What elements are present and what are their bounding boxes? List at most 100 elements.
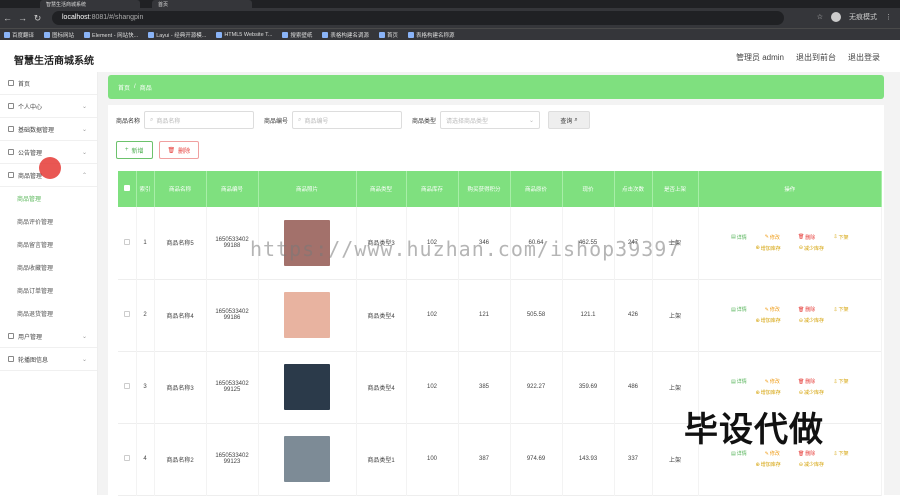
bookmark-label: 表格构建名称源: [415, 32, 455, 39]
off-shelf-button[interactable]: ⇩ 下架: [833, 234, 848, 241]
sidebar-item-profile[interactable]: 个人中心 ⌄: [0, 95, 97, 118]
back-to-front-link[interactable]: 退出到前台: [796, 52, 836, 63]
menu-icon[interactable]: ⋮: [885, 13, 892, 21]
logout-link[interactable]: 退出登录: [848, 52, 880, 63]
reduce-stock-button[interactable]: ⊖ 减少库存: [799, 389, 824, 397]
detail-button[interactable]: ▤ 详情: [731, 450, 747, 458]
name-search-input[interactable]: ⌕ 商品名称: [144, 111, 255, 129]
reduce-stock-button[interactable]: ⊖ 减少库存: [798, 317, 824, 325]
reduce-stock-button[interactable]: ⊖ 减少库存: [799, 461, 824, 469]
bookmark-item[interactable]: 搜索壁纸: [282, 31, 312, 39]
sidebar-item-basic-data[interactable]: 基础数据管理 ⌄: [0, 118, 97, 141]
app-header: 智慧生活商城系统 管理员 admin 退出到前台 退出登录: [0, 40, 900, 72]
bookmark-icon: [322, 31, 329, 38]
sidebar-sub-favorite[interactable]: 商品收藏管理: [0, 256, 97, 279]
row-checkbox[interactable]: [123, 238, 130, 245]
off-shelf-button[interactable]: ⇩ 下架: [833, 450, 848, 458]
profile-avatar[interactable]: [831, 12, 841, 22]
forward-icon[interactable]: →: [15, 13, 30, 23]
code-search-input[interactable]: ⌕ 商品编号: [292, 111, 403, 129]
detail-icon: ▤: [730, 234, 736, 241]
cell-photo: [258, 279, 357, 351]
col-index: 索引: [136, 171, 155, 207]
row-name: 商品名称4: [166, 313, 194, 320]
row-delete-button[interactable]: 🗑 删除: [798, 306, 815, 314]
off-shelf-button[interactable]: ⇩ 下架: [833, 378, 848, 386]
sidebar-sub-message[interactable]: 商品留言管理: [0, 233, 97, 256]
reduce-stock-button[interactable]: ⊖ 减少库存: [799, 245, 824, 252]
reduce-stock-label: 减少库存: [803, 318, 824, 324]
edit-button[interactable]: ✎ 修改: [765, 234, 780, 241]
off-shelf-button[interactable]: ⇩ 下架: [833, 306, 848, 314]
search-icon: ⌕: [150, 116, 154, 123]
row-name: 商品名称5: [166, 241, 194, 248]
home-icon: [8, 80, 14, 86]
add-stock-button[interactable]: ⊕ 增加库存: [756, 245, 781, 252]
edit-button[interactable]: ✎ 修改: [765, 378, 780, 386]
row-price: 121.1: [580, 312, 596, 318]
browser-tab-1[interactable]: 智慧生活商城系统: [40, 0, 140, 8]
row-checkbox[interactable]: [123, 311, 130, 317]
bookmark-label: 表格构建名调源: [330, 32, 369, 39]
add-button[interactable]: + 新增: [116, 141, 153, 159]
minus-icon: ⊖: [798, 317, 803, 324]
detail-button[interactable]: ▤ 详情: [731, 234, 747, 241]
row-type: 商品类型1: [367, 457, 395, 464]
data-icon: [8, 126, 14, 132]
row-checkbox[interactable]: [123, 455, 130, 461]
row-delete-button[interactable]: 🗑 删除: [798, 450, 815, 458]
product-thumbnail[interactable]: [284, 436, 330, 482]
star-icon[interactable]: ☆: [817, 13, 823, 21]
sidebar-item-carousel[interactable]: 轮播图信息 ⌄: [0, 348, 97, 371]
detail-button[interactable]: ▤ 详情: [731, 306, 747, 314]
row-delete-button[interactable]: 🗑 删除: [798, 378, 815, 386]
query-button[interactable]: 查询 ⌕: [548, 111, 591, 129]
sidebar-item-users[interactable]: 用户管理 ⌄: [0, 325, 97, 348]
sidebar-sub-review[interactable]: 商品评价管理: [0, 210, 97, 233]
row-select-cell: [118, 351, 137, 423]
select-all-cell: [118, 171, 137, 207]
search-icon: ⌕: [298, 116, 302, 123]
sidebar-sub-order[interactable]: 商品订单管理: [0, 279, 97, 302]
row-clicks: 486: [627, 384, 638, 390]
cell-price: 143.93: [562, 423, 615, 495]
bookmark-item[interactable]: 表格构建名称源: [407, 31, 455, 39]
product-thumbnail[interactable]: [284, 364, 330, 410]
sidebar-item-label: 商品管理: [18, 173, 43, 180]
delete-button[interactable]: 🗑 删除: [158, 141, 200, 159]
trash-icon: 🗑: [797, 234, 805, 241]
bookmark-item[interactable]: 图标网站: [44, 31, 74, 39]
row-checkbox[interactable]: [123, 383, 130, 389]
bookmark-item[interactable]: Layui - 经典开源模...: [148, 31, 206, 39]
breadcrumb-home[interactable]: 首页: [118, 83, 130, 92]
add-stock-button[interactable]: ⊕ 增加库存: [756, 317, 781, 325]
reload-icon[interactable]: ↻: [30, 13, 45, 24]
cell-price: 121.1: [562, 279, 615, 351]
search-icon: ⌕: [574, 116, 578, 123]
bookmark-item[interactable]: 首页: [378, 31, 398, 39]
sidebar-sub-goods[interactable]: 商品管理: [0, 187, 97, 210]
product-thumbnail[interactable]: [284, 292, 330, 338]
back-icon[interactable]: ←: [0, 13, 15, 23]
bookmark-item[interactable]: Element - 网站快...: [84, 31, 138, 39]
edit-button[interactable]: ✎ 修改: [765, 450, 780, 458]
bookmark-item[interactable]: HTML5 Website T...: [216, 31, 272, 38]
row-status: 上架: [668, 313, 681, 320]
bookmark-item[interactable]: 表格构建名调源: [322, 31, 369, 39]
breadcrumb: 首页 / 商品: [108, 75, 884, 99]
detail-button[interactable]: ▤ 详情: [731, 378, 747, 386]
url-field[interactable]: localhost:8081/#/shangpin: [52, 11, 784, 25]
sidebar-sub-return[interactable]: 商品退货管理: [0, 302, 97, 325]
bookmark-item[interactable]: 百度翻译: [4, 31, 34, 39]
add-stock-button[interactable]: ⊕ 增加库存: [756, 461, 781, 469]
trash-icon: 🗑: [167, 147, 176, 154]
type-select[interactable]: 请选择商品类型 ⌄: [440, 111, 541, 129]
off-label: 下架: [838, 234, 849, 241]
edit-button[interactable]: ✎ 修改: [765, 306, 780, 314]
sidebar-item-home[interactable]: 首页: [0, 72, 97, 95]
browser-tab-2[interactable]: 首页: [152, 0, 252, 8]
add-stock-button[interactable]: ⊕ 增加库存: [756, 389, 781, 397]
browser-actions: ☆ 无痕模式 ⋮: [817, 12, 892, 22]
select-all-checkbox[interactable]: [123, 185, 130, 191]
row-delete-button[interactable]: 🗑 删除: [798, 234, 815, 241]
